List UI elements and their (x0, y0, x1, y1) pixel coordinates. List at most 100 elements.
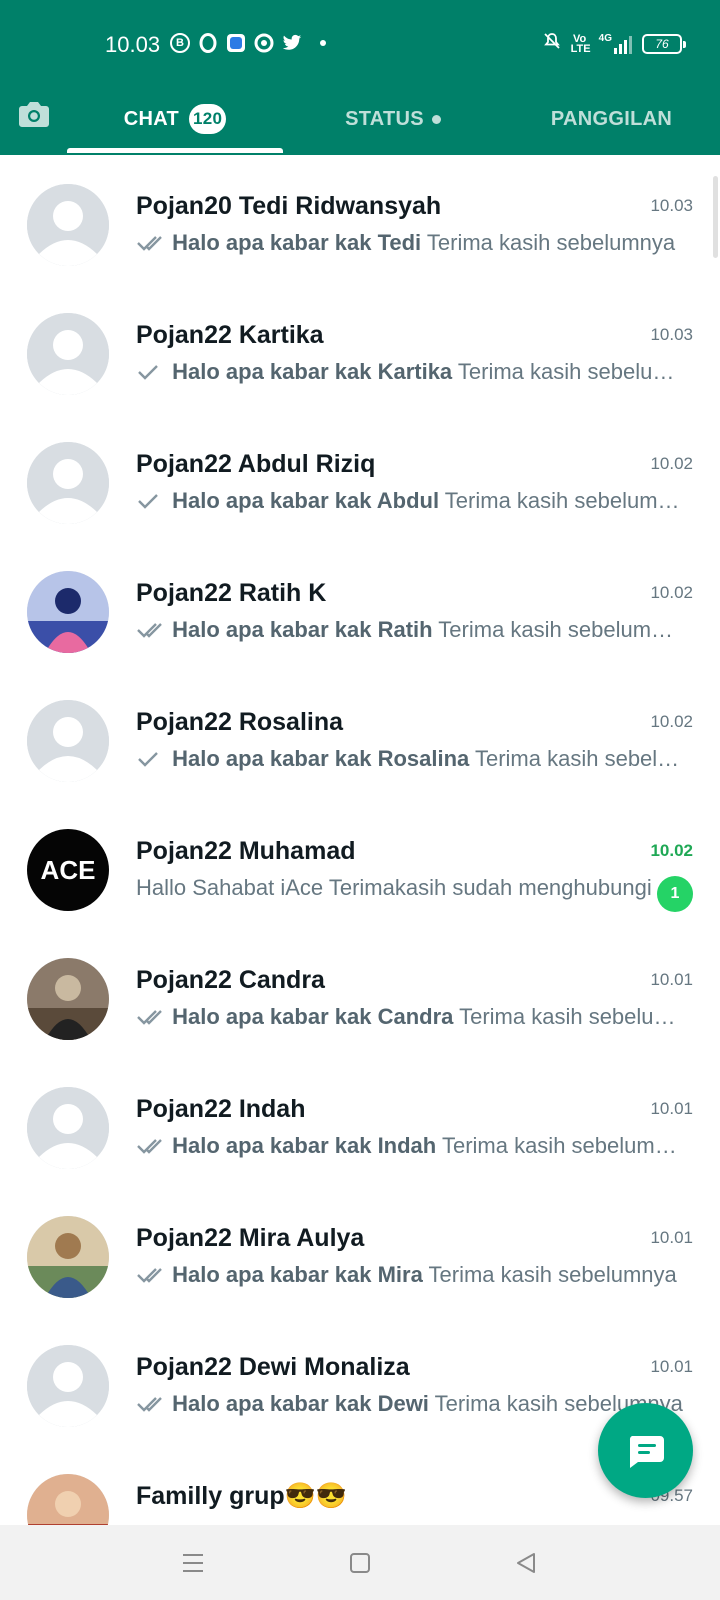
avatar[interactable] (27, 1345, 109, 1427)
chat-time: 10.01 (650, 970, 693, 989)
avatar[interactable] (27, 313, 109, 395)
chat-row[interactable]: Pojan22 Abdul Riziq 10.02 Halo apa kabar … (0, 413, 720, 542)
battery-indicator: 76 (642, 33, 686, 54)
chat-preview: Halo apa kabar kak Candra Terima kasih s… (136, 1004, 684, 1032)
check-icon (136, 361, 166, 387)
double-check-icon (136, 1393, 166, 1419)
tab-calls[interactable]: PANGGILAN (503, 86, 720, 152)
preview-text: Terima kasih sebelumnya (457, 359, 684, 384)
back-icon[interactable] (510, 1547, 542, 1579)
chat-time: 10.01 (650, 1357, 693, 1376)
tab-chat[interactable]: CHAT 120 (67, 86, 283, 152)
chat-name: Familly grup😎😎 (136, 1482, 347, 1510)
chat-preview: Halo apa kabar kak Rosalina Terima kasih… (136, 746, 684, 774)
preview-text: Hallo Sahabat iAce Terimakasih sudah men… (136, 875, 652, 900)
chat-count-badge: 120 (189, 104, 227, 134)
avatar[interactable]: ACE (27, 829, 109, 911)
preview-text: Terima kasih sebelumnya (444, 488, 684, 513)
double-check-icon (136, 1264, 166, 1290)
preview-bold: Halo apa kabar kak Dewi (172, 1391, 429, 1416)
unread-badge: 1 (657, 876, 693, 912)
preview-text: Terima kasih sebelumnya (441, 1133, 684, 1158)
chat-row[interactable]: ACE Pojan22 Muhamad 10.02 Hallo Sahabat iAc… (0, 800, 720, 929)
chat-time: 10.01 (650, 1228, 693, 1247)
app-header: 10.03 B Vo LTE 4G 76 CHAT 120 STATUS PAN… (0, 0, 720, 155)
chat-name: Pojan22 Kartika (136, 321, 324, 349)
whatsapp-app: 10.03 B Vo LTE 4G 76 CHAT 120 STATUS PAN… (0, 0, 720, 1600)
preview-text: Terima kasih sebelumnya (428, 1262, 677, 1287)
chat-name: Pojan22 Dewi Monaliza (136, 1353, 410, 1381)
preview-text: Terima kasih sebelumnya (438, 617, 684, 642)
blue-app-icon (226, 33, 246, 53)
notification-icons: B (170, 33, 326, 53)
chat-preview: Halo apa kabar kak Indah Terima kasih se… (136, 1133, 684, 1161)
avatar[interactable] (27, 184, 109, 266)
chat-row[interactable]: Pojan22 Rosalina 10.02 Halo apa kabar kak… (0, 671, 720, 800)
signal-icon: 4G (599, 33, 632, 54)
new-chat-button[interactable] (598, 1403, 693, 1498)
avatar[interactable] (27, 571, 109, 653)
scrollbar[interactable] (713, 176, 718, 258)
chat-preview: Halo apa kabar kak Abdul Terima kasih se… (136, 488, 684, 516)
mute-icon (543, 32, 561, 55)
avatar[interactable] (27, 442, 109, 524)
chat-list[interactable]: Pojan20 Tedi Ridwansyah 10.03 Halo apa ka… (0, 155, 720, 1525)
chat-name: Pojan22 Rosalina (136, 708, 344, 736)
preview-bold: Halo apa kabar kak Mira (172, 1262, 423, 1287)
chat-name: Pojan20 Tedi Ridwansyah (136, 192, 442, 220)
avatar[interactable] (27, 958, 109, 1040)
chat-name: Pojan22 Mira Aulya (136, 1224, 365, 1252)
camera-icon[interactable] (14, 94, 54, 134)
chat-row[interactable]: Pojan22 Ratih K 10.02 Halo apa kabar kak … (0, 542, 720, 671)
preview-text: Terima kasih sebelumnya (426, 230, 676, 255)
preview-bold: Halo apa kabar kak Ratih (172, 617, 433, 642)
o-icon (198, 33, 218, 53)
chat-name: Pojan22 Ratih K (136, 579, 327, 607)
chat-preview: Halo apa kabar kak Tedi Terima kasih seb… (136, 230, 684, 258)
chat-preview: Halo apa kabar kak Kartika Terima kasih … (136, 359, 684, 387)
check-icon (136, 748, 166, 774)
double-check-icon (136, 232, 166, 258)
avatar[interactable] (27, 700, 109, 782)
avatar[interactable] (27, 1087, 109, 1169)
twitter-icon (282, 33, 302, 53)
status-time: 10.03 (105, 32, 161, 57)
chat-name: Pojan22 Indah (136, 1095, 306, 1123)
chat-row[interactable]: Pojan20 Tedi Ridwansyah 10.03 Halo apa ka… (0, 155, 720, 284)
chrome-like-icon (254, 33, 274, 53)
tab-bar: CHAT 120 STATUS PANGGILAN (0, 86, 720, 153)
double-check-icon (136, 1135, 166, 1161)
chat-name: Pojan22 Muhamad (136, 837, 356, 865)
avatar[interactable] (27, 1474, 109, 1525)
chat-row[interactable]: Pojan22 Kartika 10.03 Halo apa kabar kak … (0, 284, 720, 413)
more-notifications-dot (320, 40, 326, 46)
chat-name: Pojan22 Candra (136, 966, 325, 994)
preview-bold: Halo apa kabar kak Tedi (172, 230, 422, 255)
b-icon: B (170, 33, 190, 53)
home-icon[interactable] (344, 1547, 376, 1579)
chat-time: 10.01 (650, 1099, 693, 1118)
preview-text: Terima kasih sebelumnya (474, 746, 684, 771)
new-chat-icon (629, 1435, 664, 1468)
preview-bold: Halo apa kabar kak Rosalina (172, 746, 470, 771)
check-icon (136, 490, 166, 516)
chat-time: 10.03 (650, 196, 693, 215)
chat-preview: Hallo Sahabat iAce Terimakasih sudah men… (136, 875, 684, 901)
chat-row[interactable]: Pojan22 Candra 10.01 Halo apa kabar kak C… (0, 929, 720, 1058)
tab-chat-label: CHAT (123, 107, 179, 130)
chat-row[interactable]: Pojan22 Indah 10.01 Halo apa kabar kak In… (0, 1058, 720, 1187)
status-bar: 10.03 B Vo LTE 4G 76 (0, 0, 720, 90)
status-new-dot (431, 114, 441, 124)
system-navbar (0, 1525, 720, 1600)
avatar[interactable] (27, 1216, 109, 1298)
chat-preview: Halo apa kabar kak Ratih Terima kasih se… (136, 617, 684, 645)
tab-status[interactable]: STATUS (283, 86, 503, 152)
chat-name: Pojan22 Abdul Riziq (136, 450, 376, 478)
chat-preview: Halo apa kabar kak Mira Terima kasih seb… (136, 1262, 684, 1290)
tab-status-label: STATUS (345, 107, 424, 130)
chat-row[interactable]: Pojan22 Mira Aulya 10.01 Halo apa kabar k… (0, 1187, 720, 1316)
menu-icon[interactable] (177, 1547, 209, 1579)
preview-bold: Halo apa kabar kak Candra (172, 1004, 454, 1029)
preview-text: Terima kasih sebelumnya (459, 1004, 684, 1029)
volte-label: Vo LTE (570, 32, 591, 55)
